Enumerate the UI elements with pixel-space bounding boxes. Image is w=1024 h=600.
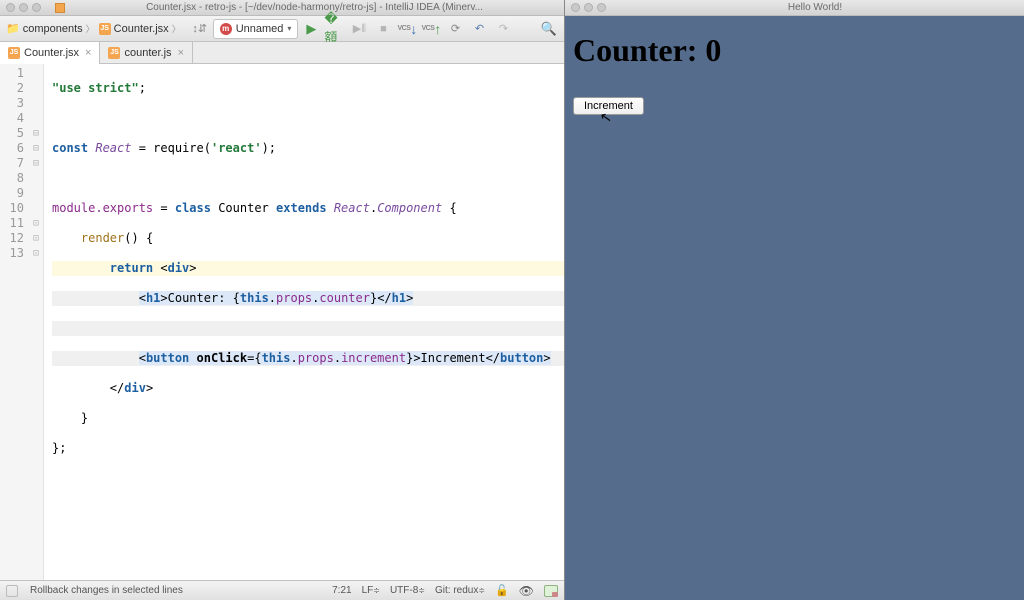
tab-counter-jsx[interactable]: JS Counter.jsx ×: [0, 42, 100, 63]
min-dot[interactable]: [19, 3, 28, 12]
hint-icon[interactable]: [6, 585, 18, 597]
undo-button[interactable]: ↶: [468, 19, 490, 39]
line-number-gutter: 1 2 3 4 5 6 7 8 9 10 11 12 13: [0, 64, 30, 580]
editor-tabs: JS Counter.jsx × JS counter.js ×: [0, 42, 564, 64]
app-titlebar: Hello World!: [565, 0, 1024, 16]
tab-label: Counter.jsx: [24, 47, 79, 59]
fold-gutter[interactable]: ⊟ ⊟ ⊟ ⊡ ⊡ ⊡: [30, 64, 44, 580]
close-dot[interactable]: [6, 3, 15, 12]
chevron-down-icon: ▾: [287, 24, 291, 33]
max-dot[interactable]: [32, 3, 41, 12]
traffic-lights[interactable]: [571, 3, 606, 12]
struct-nav-button[interactable]: ↕⇵: [189, 19, 211, 39]
file-encoding[interactable]: UTF-8≑: [390, 585, 425, 596]
jsx-file-icon: JS: [8, 47, 20, 59]
modified-file-icon: [55, 3, 65, 13]
traffic-lights[interactable]: [6, 3, 41, 12]
fold-close-icon[interactable]: ⊡: [30, 246, 42, 258]
breadcrumb-folder[interactable]: components: [23, 23, 83, 35]
breadcrumb-file[interactable]: Counter.jsx: [114, 23, 169, 35]
js-file-icon: JS: [108, 47, 120, 59]
coverage-button[interactable]: ▶⦀: [348, 19, 370, 39]
chevron-right-icon: 〉: [172, 22, 181, 35]
ide-statusbar: Rollback changes in selected lines 7:21 …: [0, 580, 564, 600]
fold-toggle-icon[interactable]: ⊟: [30, 141, 42, 153]
ide-titlebar: Counter.jsx - retro-js - [~/dev/node-har…: [0, 0, 564, 16]
inspector-icon[interactable]: 👁: [519, 584, 534, 598]
ide-toolbar: 📁components〉 JSCounter.jsx〉 ↕⇵ m Unnamed…: [0, 16, 564, 42]
close-dot[interactable]: [571, 3, 580, 12]
breadcrumb[interactable]: 📁components〉 JSCounter.jsx〉: [4, 22, 187, 35]
tab-counter-js[interactable]: JS counter.js ×: [100, 42, 193, 63]
lock-icon[interactable]: 🔓: [495, 584, 509, 597]
fold-toggle-icon[interactable]: ⊟: [30, 126, 42, 138]
run-config-label: Unnamed: [236, 23, 284, 35]
chevron-right-icon: 〉: [86, 22, 95, 35]
ide-title: Counter.jsx - retro-js - [~/dev/node-har…: [71, 2, 558, 13]
line-ending[interactable]: LF≑: [362, 585, 380, 596]
status-hint: Rollback changes in selected lines: [30, 585, 183, 596]
inspection-indicator[interactable]: [544, 585, 558, 597]
jsx-file-icon: JS: [99, 23, 111, 35]
code-content[interactable]: "use strict"; const React = require('rea…: [44, 64, 564, 580]
fold-close-icon[interactable]: ⊡: [30, 216, 42, 228]
vcs-update-button[interactable]: VCS↓: [396, 19, 418, 39]
vcs-history-button[interactable]: ⟳: [444, 19, 466, 39]
cursor-position[interactable]: 7:21: [332, 585, 351, 596]
run-config-selector[interactable]: m Unnamed ▾: [213, 19, 299, 39]
meteor-icon: m: [220, 23, 232, 35]
close-icon[interactable]: ×: [85, 47, 91, 59]
debug-button[interactable]: �額: [324, 19, 346, 39]
fold-close-icon[interactable]: ⊡: [30, 231, 42, 243]
run-button[interactable]: ▶: [300, 19, 322, 39]
search-button[interactable]: 🔍: [538, 19, 560, 39]
redo-button[interactable]: ↷: [492, 19, 514, 39]
vcs-commit-button[interactable]: VCS↑: [420, 19, 442, 39]
code-editor[interactable]: 1 2 3 4 5 6 7 8 9 10 11 12 13 ⊟ ⊟ ⊟ ⊡ ⊡ …: [0, 64, 564, 580]
git-branch[interactable]: Git: redux≑: [435, 585, 485, 596]
min-dot[interactable]: [584, 3, 593, 12]
stop-button[interactable]: ■: [372, 19, 394, 39]
fold-toggle-icon[interactable]: ⊟: [30, 156, 42, 168]
counter-heading: Counter: 0: [573, 32, 1016, 69]
tab-label: counter.js: [124, 47, 171, 59]
max-dot[interactable]: [597, 3, 606, 12]
app-body: Counter: 0 Increment ↖: [565, 16, 1024, 600]
close-icon[interactable]: ×: [178, 47, 184, 59]
app-title: Hello World!: [612, 2, 1018, 13]
folder-icon: 📁: [6, 22, 20, 35]
